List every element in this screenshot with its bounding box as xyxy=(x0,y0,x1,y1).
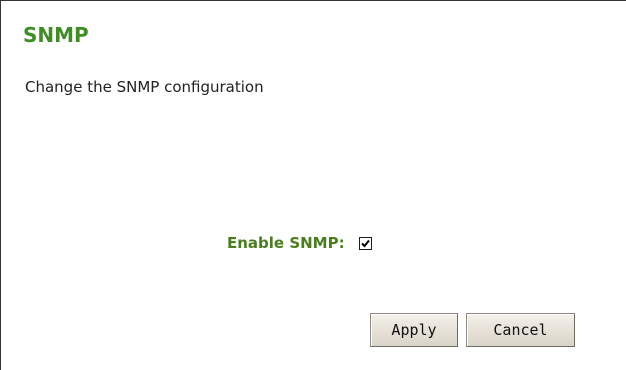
page-title: SNMP xyxy=(23,23,89,47)
enable-snmp-label: Enable SNMP: xyxy=(227,234,345,252)
apply-button[interactable]: Apply xyxy=(370,313,458,347)
snmp-panel: SNMP Change the SNMP configuration Enabl… xyxy=(0,0,626,370)
enable-snmp-row: Enable SNMP: xyxy=(227,234,372,252)
page-description: Change the SNMP configuration xyxy=(25,78,264,96)
cancel-button[interactable]: Cancel xyxy=(466,313,575,347)
checkmark-icon xyxy=(360,239,370,247)
enable-snmp-checkbox[interactable] xyxy=(358,236,372,250)
